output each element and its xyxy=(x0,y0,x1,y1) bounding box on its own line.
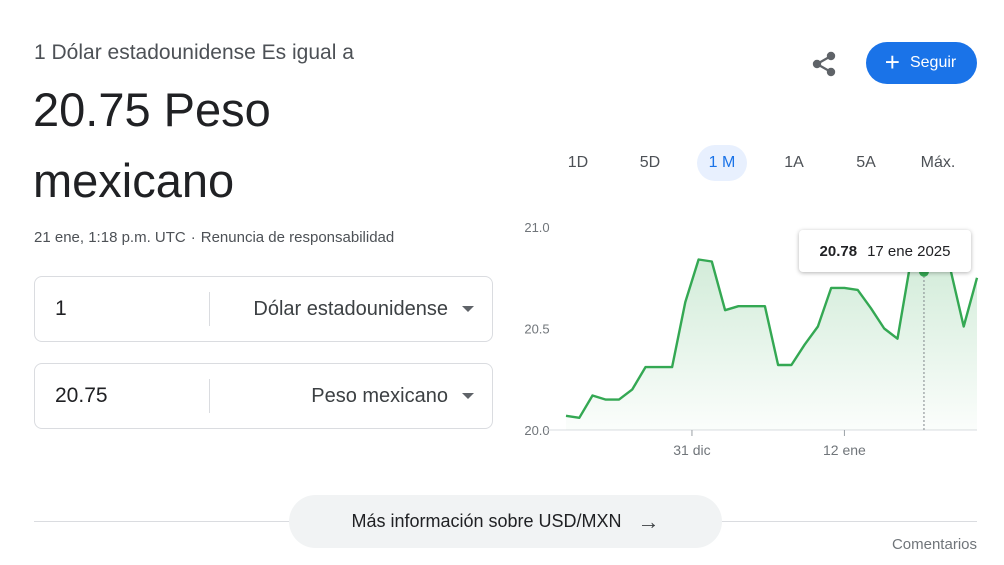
arrow-right-icon: → xyxy=(637,508,660,534)
from-currency-label: Dólar estadounidense xyxy=(253,297,448,320)
from-amount-input[interactable]: 1 xyxy=(35,297,209,321)
share-icon[interactable] xyxy=(808,48,840,80)
follow-button[interactable]: + Seguir xyxy=(866,42,977,84)
conversion-subtitle: 1 Dólar estadounidense Es igual a xyxy=(34,41,354,64)
conversion-result-line2: mexicano xyxy=(33,154,235,207)
y-tick-label: 20.5 xyxy=(524,322,549,337)
time-range-tabs: 1D 5D 1 M 1A 5A Máx. xyxy=(553,145,963,181)
converter-from-row: 1 Dólar estadounidense xyxy=(34,276,493,342)
range-tab-5d[interactable]: 5D xyxy=(625,145,675,181)
tooltip-value: 20.78 xyxy=(819,242,858,260)
feedback-link[interactable]: Comentarios xyxy=(892,536,977,553)
conversion-result-line1: 20.75 Peso xyxy=(33,83,271,136)
follow-label: Seguir xyxy=(909,54,957,71)
more-info-label: Más información sobre USD/MXN xyxy=(351,511,622,531)
to-currency-label: Peso mexicano xyxy=(311,384,448,407)
y-tick-label: 21.0 xyxy=(524,220,549,235)
to-currency-select[interactable]: Peso mexicano xyxy=(210,385,492,408)
tooltip-date: 17 ene 2025 xyxy=(867,242,951,260)
range-tab-5a[interactable]: 5A xyxy=(841,145,891,181)
separator: · xyxy=(190,229,196,246)
x-tick-label: 31 dic xyxy=(673,442,710,458)
series-area xyxy=(566,259,977,430)
range-tab-1m[interactable]: 1 M xyxy=(697,145,747,181)
more-info-button[interactable]: Más información sobre USD/MXN → xyxy=(289,495,722,548)
to-amount-input[interactable]: 20.75 xyxy=(35,384,209,408)
timestamp-line: 21 ene, 1:18 p.m. UTC · Renuncia de respon… xyxy=(34,229,394,246)
range-tab-max[interactable]: Máx. xyxy=(913,145,963,181)
from-currency-select[interactable]: Dólar estadounidense xyxy=(210,298,492,321)
range-tab-1a[interactable]: 1A xyxy=(769,145,819,181)
chart-tooltip: 20.78 17 ene 2025 xyxy=(799,230,971,272)
disclaimer-link[interactable]: Renuncia de responsabilidad xyxy=(201,229,394,246)
timestamp: 21 ene, 1:18 p.m. UTC xyxy=(34,229,186,246)
plus-icon: + xyxy=(884,47,900,77)
range-tab-1d[interactable]: 1D xyxy=(553,145,603,181)
dropdown-caret-icon xyxy=(462,306,474,312)
converter-to-row: 20.75 Peso mexicano xyxy=(34,363,493,429)
dropdown-caret-icon xyxy=(462,393,474,399)
x-tick-label: 12 ene xyxy=(823,442,866,458)
